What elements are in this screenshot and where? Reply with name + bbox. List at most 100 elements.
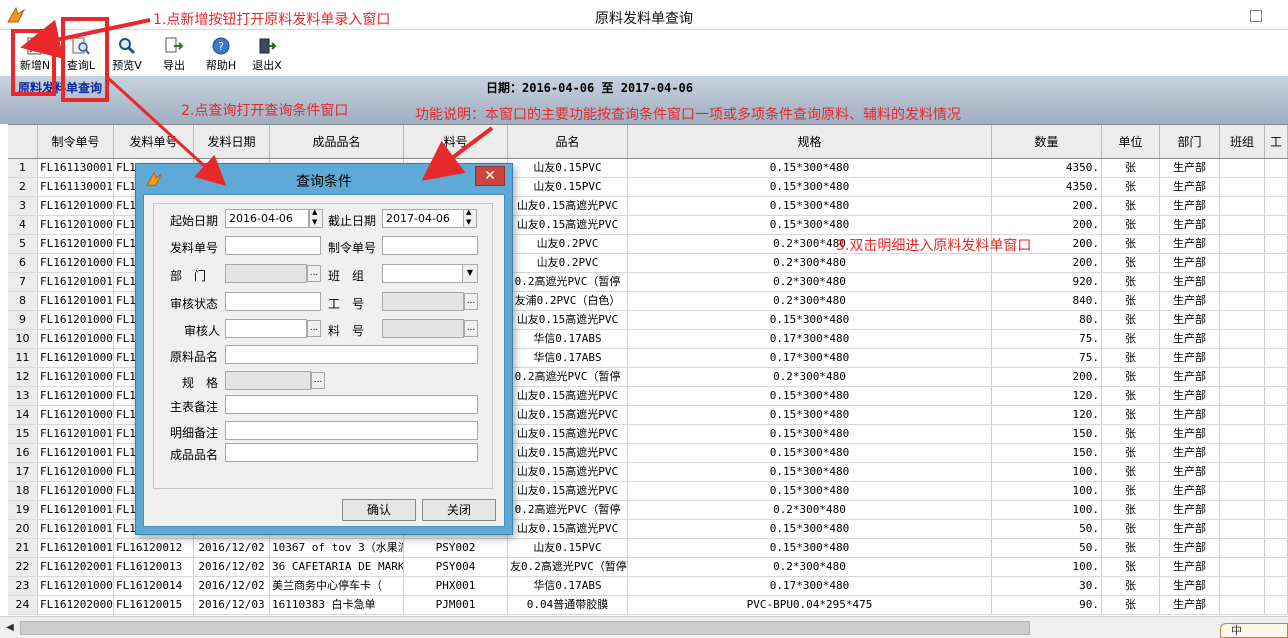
row-number: 8 (8, 292, 38, 310)
preview-button[interactable]: 预览V (106, 37, 148, 73)
table-cell (1265, 159, 1288, 177)
table-cell: 生产部 (1160, 292, 1220, 310)
start-date-spinner[interactable] (309, 208, 323, 228)
date-range-label: 日期：2016-04-06 至 2017-04-06 (486, 81, 693, 95)
table-cell (1220, 311, 1265, 329)
table-cell: 生产部 (1160, 425, 1220, 443)
table-cell: 0.15*300*480 (628, 197, 992, 215)
table-cell: 150. (992, 425, 1102, 443)
table-cell: 山友0.15高遮光PVC (508, 197, 628, 215)
audit-status-input[interactable] (225, 292, 321, 311)
material-name-label: 原料品名 (170, 350, 219, 364)
team-label: 班 组 (328, 269, 365, 283)
column-header[interactable]: 料号 (404, 125, 508, 158)
table-cell (1265, 216, 1288, 234)
table-cell: FL1612010002 (38, 197, 114, 215)
column-header[interactable]: 发料日期 (194, 125, 270, 158)
material-no-lookup-button[interactable]: ... (464, 320, 478, 337)
table-cell: 生产部 (1160, 482, 1220, 500)
column-header[interactable]: 成品品名 (270, 125, 404, 158)
department-lookup-button[interactable]: ... (307, 265, 321, 282)
close-button[interactable]: 关闭 (422, 499, 496, 521)
order-no-label: 制令单号 (328, 241, 377, 255)
table-cell: 50. (992, 539, 1102, 557)
ime-indicator[interactable]: 中 (1220, 623, 1288, 638)
table-cell: 120. (992, 387, 1102, 405)
column-header[interactable]: 单位 (1102, 125, 1160, 158)
table-cell: FL16120012 (114, 539, 194, 557)
table-cell: FL1612020005 (38, 596, 114, 614)
table-cell: 张 (1102, 273, 1160, 291)
detail-remark-input[interactable] (225, 421, 478, 440)
chevron-down-icon[interactable]: ▼ (462, 265, 477, 282)
end-date-spinner[interactable] (463, 208, 477, 228)
table-cell: 张 (1102, 425, 1160, 443)
table-cell: 0.15*300*480 (628, 178, 992, 196)
row-number: 16 (8, 444, 38, 462)
scrollbar-thumb[interactable] (20, 621, 1030, 635)
department-input[interactable] (225, 264, 307, 283)
auditor-input[interactable] (225, 319, 307, 338)
table-cell: FL1612010007 (38, 330, 114, 348)
table-cell (1265, 482, 1288, 500)
table-cell: 山友0.15高遮光PVC (508, 425, 628, 443)
table-cell (1265, 311, 1288, 329)
help-button[interactable]: ? 帮助H (200, 37, 242, 73)
row-number: 7 (8, 273, 38, 291)
table-cell: FL1612010012 (38, 273, 114, 291)
table-cell: 0.15*300*480 (628, 216, 992, 234)
main-remark-input[interactable] (225, 395, 478, 414)
table-cell: 生产部 (1160, 330, 1220, 348)
material-name-input[interactable] (225, 345, 478, 364)
table-row[interactable]: 22 FL1612020014 FL16120013 2016/12/02 36 CAF… (8, 558, 1288, 577)
table-cell (1265, 178, 1288, 196)
column-header[interactable]: 品名 (508, 125, 628, 158)
table-cell: PHX001 (404, 577, 508, 595)
column-header[interactable]: 工 (1265, 125, 1288, 158)
table-cell: FL1612010002 (38, 216, 114, 234)
work-no-lookup-button[interactable]: ... (464, 293, 478, 310)
table-cell: 200. (992, 216, 1102, 234)
table-cell: 生产部 (1160, 596, 1220, 614)
table-cell: 100. (992, 501, 1102, 519)
column-header[interactable]: 发料单号 (114, 125, 194, 158)
spec-input[interactable] (225, 371, 311, 390)
table-cell: 0.2*300*480 (628, 368, 992, 386)
column-header[interactable]: 数量 (992, 125, 1102, 158)
start-date-input[interactable]: 2016-04-06 (225, 209, 309, 228)
export-button[interactable]: 导出 (153, 37, 195, 73)
column-header[interactable]: 班组 (1220, 125, 1265, 158)
auditor-lookup-button[interactable]: ... (307, 320, 321, 337)
column-header[interactable]: 规格 (628, 125, 992, 158)
column-header[interactable]: 制令单号 (38, 125, 114, 158)
confirm-button[interactable]: 确认 (342, 499, 416, 521)
order-no-input[interactable] (382, 236, 478, 255)
minimize-button[interactable] (1250, 10, 1262, 22)
table-cell (1220, 539, 1265, 557)
table-cell: 张 (1102, 444, 1160, 462)
column-header[interactable]: 部门 (1160, 125, 1220, 158)
issue-no-input[interactable] (225, 236, 321, 255)
material-no-input[interactable] (382, 319, 464, 338)
spec-lookup-button[interactable]: ... (311, 372, 325, 389)
table-row[interactable]: 21 FL1612010013 FL16120012 2016/12/02 10367 … (8, 539, 1288, 558)
end-date-input[interactable]: 2017-04-06 (382, 209, 464, 228)
exit-icon (259, 38, 277, 54)
table-cell: 山友0.15高遮光PVC (508, 520, 628, 538)
product-name-input[interactable] (225, 443, 478, 462)
table-cell: 75. (992, 349, 1102, 367)
table-cell (1265, 349, 1288, 367)
table-row[interactable]: 24 FL1612020005 FL16120015 2016/12/03 161103… (8, 596, 1288, 615)
work-no-input[interactable] (382, 292, 464, 311)
table-cell: 山友0.15PVC (508, 539, 628, 557)
table-cell: FL1612010009 (38, 368, 114, 386)
table-cell: FL1612010006 (38, 482, 114, 500)
table-row[interactable]: 23 FL1612010008 FL16120014 2016/12/02 美兰商务中心… (8, 577, 1288, 596)
team-select[interactable]: ▼ (382, 264, 478, 283)
table-cell: 生产部 (1160, 368, 1220, 386)
scroll-left-icon[interactable]: ◀ (2, 620, 18, 636)
exit-button[interactable]: 退出X (246, 37, 288, 73)
horizontal-scrollbar[interactable]: ◀ (0, 616, 1288, 638)
dialog-close-button[interactable]: ✕ (475, 166, 505, 186)
table-cell: 30. (992, 577, 1102, 595)
